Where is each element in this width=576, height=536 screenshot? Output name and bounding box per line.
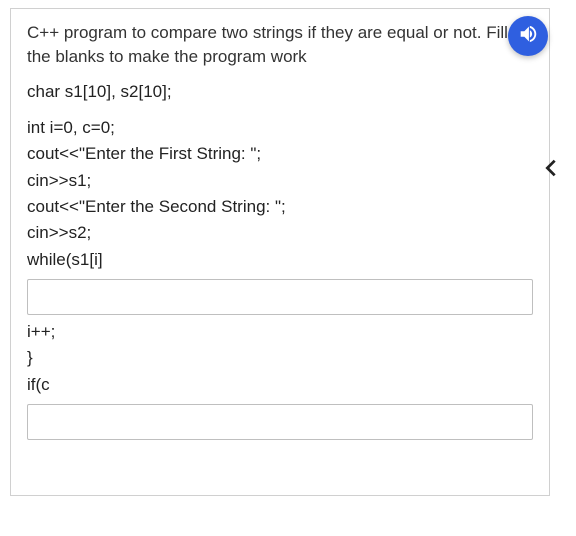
speaker-icon xyxy=(517,23,539,50)
code-line-3: cout<<"Enter the First String: "; xyxy=(27,141,533,167)
code-line-9: } xyxy=(27,345,533,371)
question-text: C++ program to compare two strings if th… xyxy=(27,21,533,69)
blank-input-2[interactable] xyxy=(27,404,533,440)
code-line-2: int i=0, c=0; xyxy=(27,115,533,141)
code-line-6: cin>>s2; xyxy=(27,220,533,246)
code-line-7: while(s1[i] xyxy=(27,247,533,273)
chevron-left-icon xyxy=(540,153,562,188)
code-line-8: i++; xyxy=(27,319,533,345)
question-card: C++ program to compare two strings if th… xyxy=(10,8,550,496)
audio-button[interactable] xyxy=(508,16,548,56)
code-line-4: cin>>s1; xyxy=(27,168,533,194)
back-button[interactable] xyxy=(532,150,570,190)
code-line-10: if(c xyxy=(27,372,533,398)
code-line-1: char s1[10], s2[10]; xyxy=(27,79,533,105)
blank-input-1[interactable] xyxy=(27,279,533,315)
code-line-5: cout<<"Enter the Second String: "; xyxy=(27,194,533,220)
